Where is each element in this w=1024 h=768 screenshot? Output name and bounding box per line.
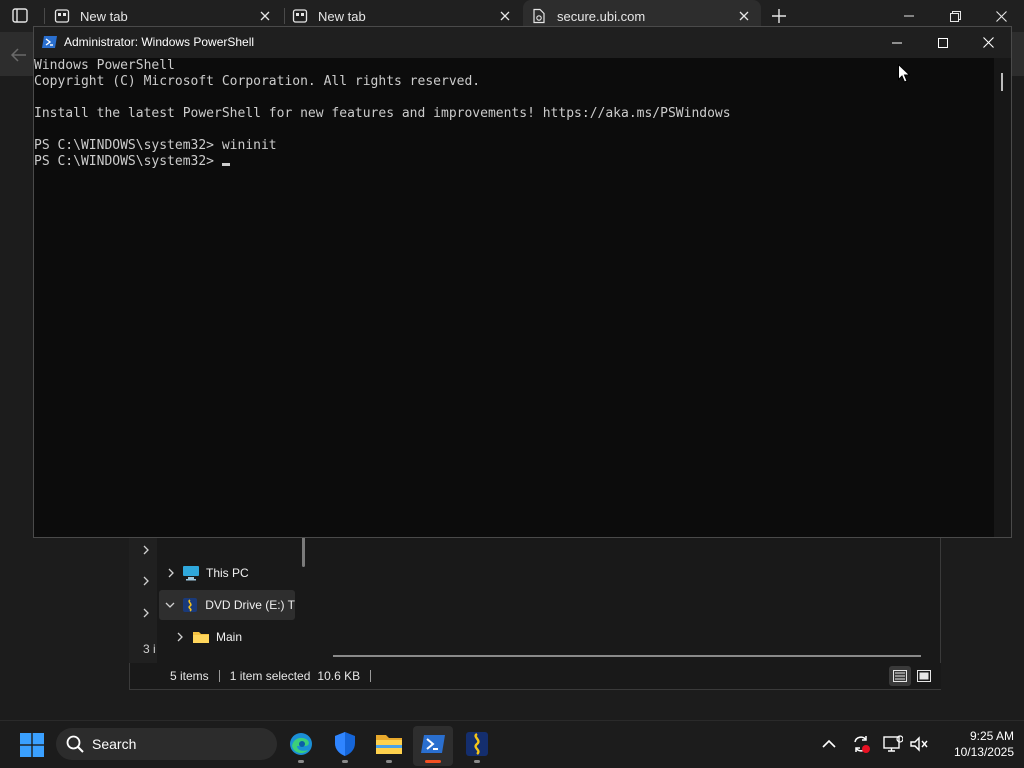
chevron-right-icon[interactable] <box>140 543 152 555</box>
taskbar-app-powershell[interactable] <box>413 726 453 766</box>
close-tab-icon[interactable] <box>733 5 755 27</box>
console-scroll-thumb[interactable] <box>1001 73 1003 91</box>
show-hidden-icons-chevron-up-icon[interactable] <box>819 734 839 754</box>
nav-item-label: This PC <box>206 566 249 580</box>
file-explorer-icon <box>375 732 403 761</box>
large-icons-view-button[interactable] <box>913 666 935 686</box>
chevron-right-icon[interactable] <box>140 606 152 618</box>
nav-item-label: DVD Drive (E:) T <box>205 598 295 612</box>
status-selected-size: 10.6 KB <box>317 669 361 683</box>
dvd-drive-icon <box>181 597 199 613</box>
taskbar-search-box[interactable]: Search <box>56 728 277 760</box>
powershell-window: Administrator: Windows PowerShell Window… <box>33 26 1012 538</box>
console-line: Install the latest PowerShell for new fe… <box>34 106 731 121</box>
console-prompt-line[interactable]: PS C:\WINDOWS\system32> <box>34 154 994 170</box>
tab-actions-icon[interactable] <box>10 7 30 25</box>
powershell-title-bar[interactable]: Administrator: Windows PowerShell <box>34 27 1011 58</box>
console-prompt: PS C:\WINDOWS\system32> <box>34 154 222 169</box>
close-button[interactable] <box>965 27 1011 58</box>
defender-icon <box>333 731 357 762</box>
explorer-status-bar: 5 items 1 item selected 10.6 KB <box>157 663 941 689</box>
minimize-button[interactable] <box>874 27 920 58</box>
running-indicator <box>386 760 392 763</box>
chevron-right-icon[interactable] <box>160 567 182 579</box>
chevron-down-icon[interactable] <box>159 599 181 611</box>
network-icon[interactable] <box>883 734 903 754</box>
explorer-item-count-partial: 3 i <box>143 642 156 656</box>
status-separator <box>370 670 372 682</box>
details-view-button[interactable] <box>889 666 911 686</box>
window-title: Administrator: Windows PowerShell <box>64 35 255 49</box>
nav-item-dvd-drive[interactable]: DVD Drive (E:) T <box>159 590 295 620</box>
running-indicator <box>298 760 304 763</box>
back-arrow-icon[interactable] <box>8 44 30 66</box>
nav-pane-scrollbar[interactable] <box>302 537 305 567</box>
console-line: Windows PowerShell <box>34 58 175 73</box>
taskbar-app-file-explorer[interactable] <box>369 726 409 766</box>
status-selected-count: 1 item selected <box>229 669 311 683</box>
new-tab-page-icon <box>292 8 308 24</box>
search-label: Search <box>92 736 137 752</box>
console-line: Copyright (C) Microsoft Corporation. All… <box>34 74 481 89</box>
close-tab-icon[interactable] <box>494 5 516 27</box>
close-tab-icon[interactable] <box>254 5 276 27</box>
taskbar-app-defender[interactable] <box>325 726 365 766</box>
mouse-pointer-icon <box>898 63 911 83</box>
folder-icon <box>192 629 210 645</box>
nav-item-label: Main <box>216 630 243 644</box>
windows-start-icon[interactable] <box>20 733 44 757</box>
taskbar-app-installer[interactable] <box>457 726 497 766</box>
running-indicator <box>474 760 480 763</box>
tab-separator <box>44 8 45 24</box>
nav-item-this-pc[interactable]: This PC <box>160 558 294 588</box>
powershell-icon <box>420 733 446 760</box>
sync-error-icon[interactable] <box>851 734 871 754</box>
installer-app-icon <box>465 731 489 762</box>
new-tab-button[interactable] <box>768 5 790 27</box>
tab-title: secure.ubi.com <box>557 8 646 24</box>
page-document-icon <box>531 8 547 24</box>
computer-icon <box>182 565 200 581</box>
chevron-right-icon[interactable] <box>140 574 152 586</box>
clock-time: 9:25 AM <box>969 729 1014 743</box>
content-horizontal-scrollbar[interactable] <box>333 655 921 657</box>
taskbar-clock[interactable]: 9:25 AM 10/13/2025 <box>934 728 1014 760</box>
chevron-right-icon[interactable] <box>168 631 192 643</box>
nav-item-main-folder[interactable]: Main <box>168 622 294 652</box>
status-item-count: 5 items <box>170 669 209 683</box>
maximize-button[interactable] <box>920 27 966 58</box>
search-icon <box>64 733 86 755</box>
console-output[interactable]: Windows PowerShell Copyright (C) Microso… <box>34 58 994 537</box>
taskbar-app-edge[interactable] <box>281 726 321 766</box>
tab-title: New tab <box>318 8 366 24</box>
edge-icon <box>288 731 314 762</box>
clock-date: 10/13/2025 <box>953 745 1014 759</box>
running-indicator <box>342 760 348 763</box>
volume-muted-icon[interactable] <box>909 734 929 754</box>
status-separator <box>218 670 220 682</box>
new-tab-page-icon <box>54 8 70 24</box>
active-window-indicator <box>425 760 441 763</box>
text-cursor <box>221 163 230 166</box>
powershell-icon <box>42 34 58 50</box>
console-line: PS C:\WINDOWS\system32> wininit <box>34 138 277 153</box>
tab-title: New tab <box>80 8 128 24</box>
console-scrollbar[interactable] <box>994 58 1011 537</box>
